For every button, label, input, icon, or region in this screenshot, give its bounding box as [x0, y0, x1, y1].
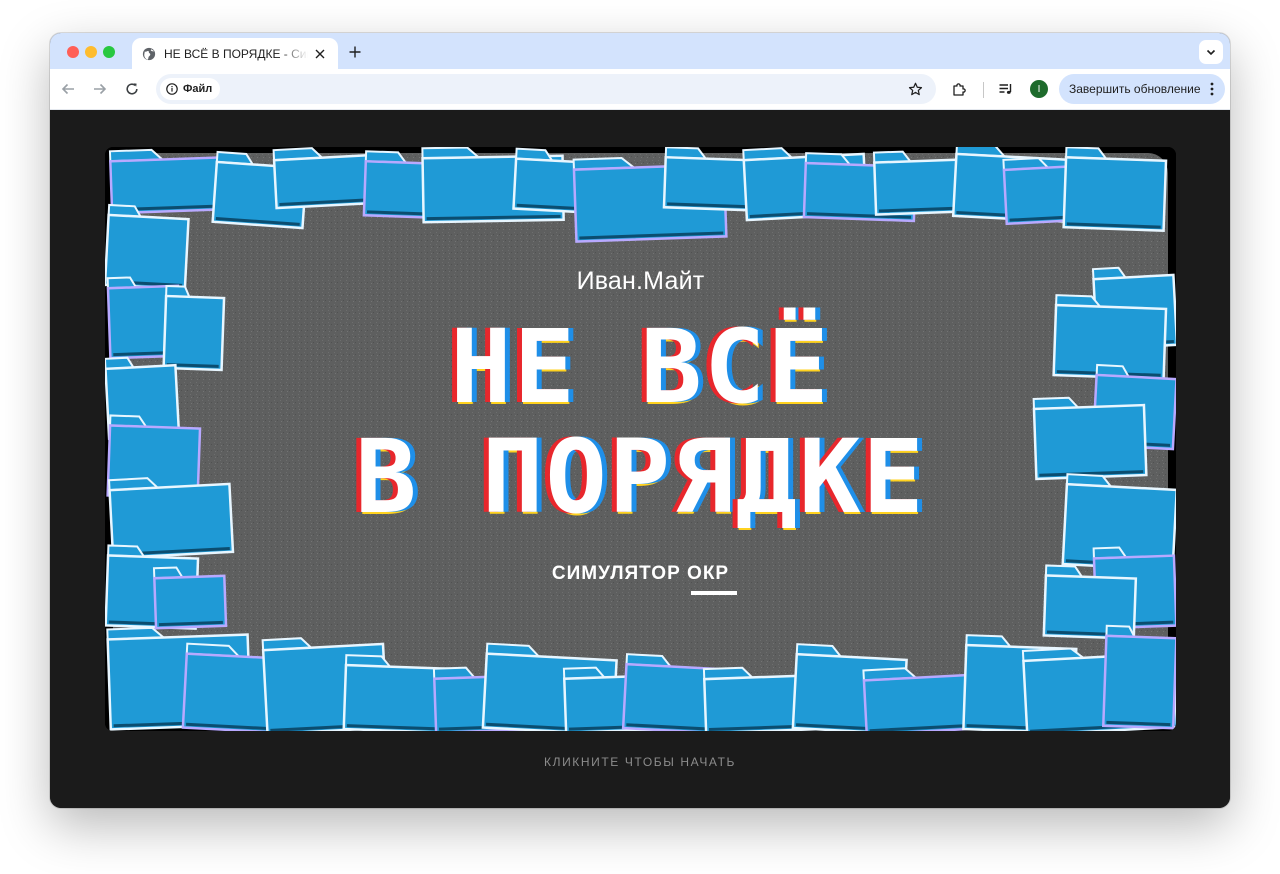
finish-update-label: Завершить обновление [1069, 82, 1201, 96]
game-title-line-1: НЕ ВСЁ [450, 308, 831, 427]
page-content: Иван.Майт НЕ ВСЁ В ПОРЯДКЕ СИМУЛЯТОР ОКР… [50, 110, 1230, 808]
close-icon[interactable] [312, 46, 328, 62]
minimize-window-button[interactable] [85, 46, 97, 58]
site-label: Файл [183, 83, 213, 95]
folder-illustration [1101, 624, 1176, 730]
click-to-start-hint[interactable]: КЛИКНИТЕ ЧТОБЫ НАЧАТЬ [50, 755, 1230, 769]
kebab-menu-icon[interactable] [1207, 81, 1217, 97]
game-title-line-2: В ПОРЯДКЕ [355, 418, 926, 537]
tab-active[interactable]: НЕ ВСЁ В ПОРЯДКЕ - Симулятор ОКР [132, 38, 338, 69]
browser-toolbar: Файл I Завершить обновление [50, 69, 1230, 110]
toolbar-divider [983, 82, 984, 98]
subtitle-underline [691, 591, 737, 595]
arrow-right-icon[interactable] [90, 79, 110, 99]
folder-illustration [1062, 147, 1168, 233]
game-subtitle: СИМУЛЯТОР ОКР [551, 563, 730, 584]
brand-logo: Иван.Майт [576, 267, 705, 295]
reload-icon[interactable] [122, 79, 142, 99]
tab-title: НЕ ВСЁ В ПОРЯДКЕ - Симулятор ОКР [164, 46, 308, 61]
avatar[interactable]: I [1030, 80, 1048, 98]
address-bar[interactable]: Файл [156, 74, 936, 104]
tab-strip: НЕ ВСЁ В ПОРЯДКЕ - Симулятор ОКР [50, 33, 1230, 69]
maximize-window-button[interactable] [103, 46, 115, 58]
puzzle-icon[interactable] [949, 79, 969, 99]
media-control-icon[interactable] [996, 79, 1016, 99]
arrow-left-icon[interactable] [58, 79, 78, 99]
globe-icon [142, 47, 156, 60]
chevron-down-icon[interactable] [1199, 40, 1223, 64]
game-canvas[interactable]: Иван.Майт НЕ ВСЁ В ПОРЯДКЕ СИМУЛЯТОР ОКР [105, 147, 1176, 731]
star-icon[interactable] [906, 80, 924, 98]
browser-window: НЕ ВСЁ В ПОРЯДКЕ - Симулятор ОКР [50, 33, 1230, 808]
close-window-button[interactable] [67, 46, 79, 58]
finish-update-button[interactable]: Завершить обновление [1059, 74, 1225, 104]
plus-icon[interactable] [346, 43, 364, 61]
site-info-chip[interactable]: Файл [160, 78, 221, 100]
info-icon [166, 83, 178, 95]
